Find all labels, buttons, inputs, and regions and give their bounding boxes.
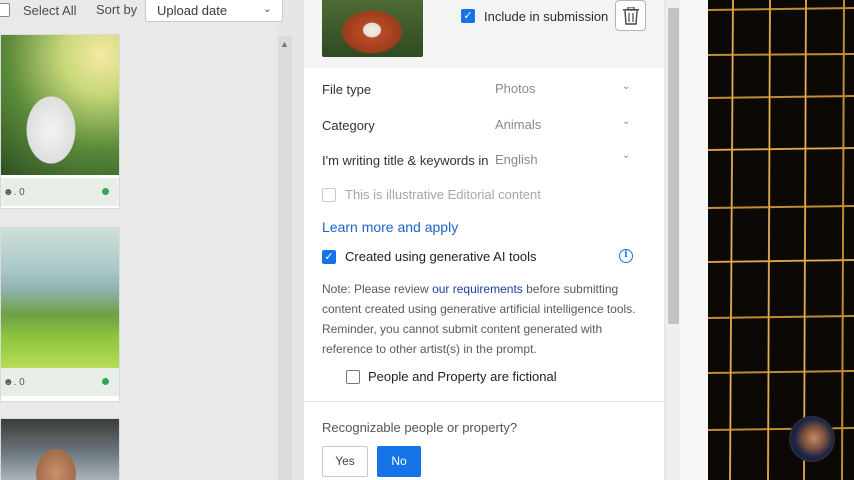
yes-button[interactable]: Yes (322, 446, 368, 477)
sort-select[interactable]: Upload date ⌄ (145, 0, 283, 22)
select-all-checkbox[interactable] (0, 3, 10, 17)
include-in-submission-checkbox[interactable]: ✓ (461, 9, 475, 23)
editorial-checkbox (322, 188, 336, 202)
sort-select-value: Upload date (157, 3, 228, 18)
divider (304, 401, 664, 402)
ai-note: Note: Please review our requirements bef… (322, 282, 636, 356)
asset-card[interactable]: ☻. 0 (0, 227, 120, 402)
asset-thumbnail-mountains[interactable] (1, 228, 119, 368)
chevron-down-icon[interactable]: ⌄ (622, 81, 630, 92)
asset-grid: Select All Sort by Upload date ⌄ ☻. 0 ☻.… (0, 0, 283, 480)
asset-card[interactable]: ☻. 0 (0, 34, 120, 209)
select-all-label[interactable]: Select All (23, 3, 76, 18)
generative-ai-checkbox[interactable]: ✓ (322, 250, 336, 264)
file-type-select[interactable]: Photos (495, 81, 535, 96)
trash-icon (623, 7, 639, 25)
asset-card-meta: ☻. 0 (1, 178, 119, 206)
chevron-down-icon: ⌄ (262, 3, 272, 15)
fictional-checkbox[interactable] (346, 370, 360, 384)
asset-card-meta: ☻. 0 (1, 368, 119, 396)
chevron-down-icon[interactable]: ⌄ (622, 150, 630, 161)
editorial-label: This is illustrative Editorial content (345, 187, 541, 202)
panel-scrollbar-thumb[interactable] (668, 8, 679, 324)
usage-count: ☻. 0 (3, 377, 25, 388)
asset-card[interactable] (0, 418, 120, 480)
scroll-up-arrow-icon[interactable]: ▲ (280, 39, 289, 49)
language-label: I'm writing title & keywords in (322, 153, 489, 168)
file-type-label: File type (322, 82, 372, 97)
no-button[interactable]: No (377, 446, 421, 477)
sort-by-label: Sort by (96, 2, 138, 17)
requirements-link[interactable]: our requirements (432, 282, 523, 296)
grid-lines (708, 0, 854, 480)
category-label: Category (322, 118, 375, 133)
grid-toolbar: Select All Sort by Upload date ⌄ (0, 0, 290, 22)
asset-thumbnail-person[interactable] (1, 419, 119, 480)
asset-details-panel: ✓ Include in submission File type Photos… (304, 0, 664, 480)
asset-thumbnail-rabbit[interactable] (1, 35, 119, 175)
status-dot-icon (102, 188, 109, 195)
delete-button[interactable] (615, 0, 646, 31)
category-select[interactable]: Animals (495, 117, 541, 132)
gutter (680, 0, 708, 480)
language-select[interactable]: English (495, 152, 538, 167)
generative-ai-label[interactable]: Created using generative AI tools (345, 249, 537, 264)
presenter-avatar (789, 416, 835, 462)
info-icon[interactable]: i (619, 249, 633, 263)
background-grid-image (708, 0, 854, 480)
selected-asset-thumbnail (322, 0, 423, 57)
include-in-submission-label[interactable]: Include in submission (484, 9, 608, 24)
grid-scrollbar[interactable] (278, 36, 292, 480)
recognizable-question: Recognizable people or property? (322, 420, 518, 435)
status-dot-icon (102, 378, 109, 385)
fictional-label[interactable]: People and Property are fictional (368, 369, 557, 384)
learn-more-link[interactable]: Learn more and apply (322, 219, 458, 235)
chevron-down-icon[interactable]: ⌄ (622, 116, 630, 127)
usage-count: ☻. 0 (3, 187, 25, 198)
